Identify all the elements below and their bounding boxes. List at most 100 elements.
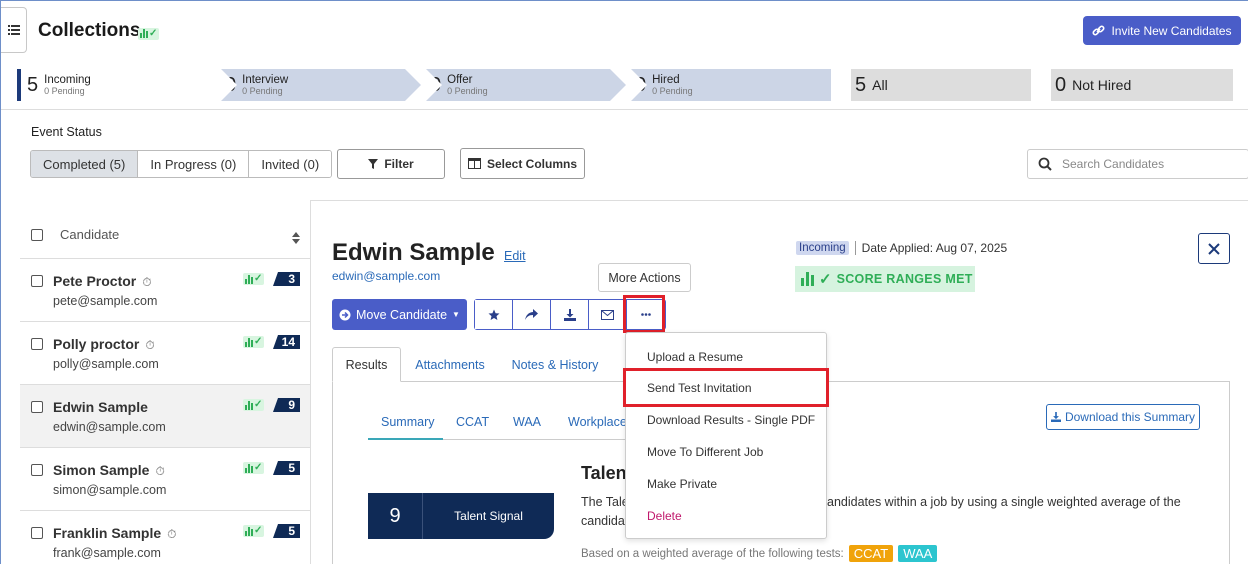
- download-button[interactable]: [551, 300, 589, 329]
- share-button[interactable]: [513, 300, 551, 329]
- stage-not-hired[interactable]: 0 Not Hired: [1051, 69, 1233, 101]
- menu-item-delete[interactable]: Delete: [647, 509, 682, 523]
- score-count: 5: [273, 461, 300, 475]
- subtab-summary[interactable]: Summary: [381, 415, 434, 429]
- envelope-icon: [601, 309, 614, 320]
- row-checkbox[interactable]: [31, 464, 43, 476]
- ccat-tag: CCAT: [848, 545, 894, 562]
- caret-down-icon: ▼: [452, 310, 460, 319]
- menu-item-move-job[interactable]: Move To Different Job: [647, 445, 763, 459]
- segment-completed[interactable]: Completed (5): [31, 151, 139, 177]
- score-badge: ✓: [243, 399, 265, 411]
- stage-incoming[interactable]: 5 Incoming 0 Pending: [17, 69, 217, 101]
- score-badge: ✓: [243, 525, 265, 537]
- candidate-row[interactable]: Polly proctor ⏱ polly@sample.com ✓ 14: [20, 322, 310, 385]
- divider: [1, 109, 1248, 110]
- arrow-circle-icon: [339, 309, 351, 320]
- tab-attachments[interactable]: Attachments: [407, 347, 493, 382]
- page-title: Collections: [38, 20, 141, 41]
- sort-icon[interactable]: [292, 232, 300, 244]
- candidate-row[interactable]: Pete Proctor ⏱ pete@sample.com ✓ 3: [20, 259, 310, 322]
- subtab-workplace[interactable]: Workplace: [568, 415, 627, 429]
- talent-signal-card: 9 Talent Signal: [368, 493, 554, 539]
- score-badge: ✓: [243, 336, 265, 348]
- download-summary-button[interactable]: Download this Summary: [1046, 404, 1200, 430]
- filter-button[interactable]: Filter: [337, 149, 445, 179]
- candidate-name: Edwin Sample: [53, 399, 148, 415]
- candidate-name: Simon Sample: [53, 462, 150, 478]
- timer-icon: ⏱: [155, 464, 165, 478]
- candidate-name: Franklin Sample: [53, 525, 162, 541]
- row-checkbox[interactable]: [31, 401, 43, 413]
- select-columns-button[interactable]: Select Columns: [460, 148, 585, 179]
- description-continued: andidates within a job by using a single…: [827, 495, 1181, 509]
- search-input[interactable]: [1062, 157, 1242, 171]
- score-ranges-badge: ✓: [138, 25, 160, 43]
- tab-notes-history[interactable]: Notes & History: [506, 347, 604, 382]
- row-checkbox[interactable]: [31, 275, 43, 287]
- candidate-name: Pete Proctor: [53, 273, 137, 289]
- menu-item-make-private[interactable]: Make Private: [647, 477, 717, 491]
- stage-all[interactable]: 5 All: [851, 69, 1031, 101]
- detail-email[interactable]: edwin@sample.com: [332, 269, 440, 283]
- score-ranges-met-badge: ✓ SCORE RANGES MET: [795, 266, 975, 292]
- select-all-checkbox[interactable]: [31, 228, 43, 241]
- stage-hired[interactable]: 0 Hired 0 Pending: [631, 69, 831, 101]
- tab-results[interactable]: Results: [332, 347, 401, 382]
- filter-icon: [368, 159, 379, 169]
- highlight-box: [623, 368, 829, 407]
- search-icon: [1038, 157, 1052, 171]
- timer-icon: ⏱: [142, 275, 152, 289]
- menu-item-download-results-pdf[interactable]: Download Results - Single PDF: [647, 413, 815, 427]
- row-checkbox[interactable]: [31, 527, 43, 539]
- candidate-email: polly@sample.com: [53, 357, 159, 371]
- event-status-label: Event Status: [31, 125, 102, 139]
- divider: [854, 241, 856, 255]
- check-icon: ✓: [819, 271, 832, 288]
- score-badge: ✓: [243, 273, 265, 285]
- invite-new-candidates-button[interactable]: Invite New Candidates: [1083, 16, 1241, 45]
- menu-toggle-button[interactable]: [1, 7, 27, 53]
- download-icon: [563, 308, 576, 321]
- candidate-list: Candidate Pete Proctor ⏱ pete@sample.com …: [20, 211, 310, 564]
- edit-link[interactable]: Edit: [504, 249, 526, 263]
- talent-signal-score: 9: [368, 493, 423, 539]
- timer-icon: ⏱: [167, 527, 177, 541]
- score-badge: ✓: [243, 462, 265, 474]
- close-button[interactable]: [1198, 233, 1230, 264]
- row-checkbox[interactable]: [31, 338, 43, 350]
- subtab-divider: [443, 439, 625, 440]
- bar-chart-icon: [801, 272, 814, 286]
- description-line-1: The Tale: [581, 495, 629, 509]
- detail-candidate-name: Edwin Sample: [332, 239, 495, 266]
- segment-invited[interactable]: Invited (0): [249, 151, 332, 177]
- subtab-ccat[interactable]: CCAT: [456, 415, 489, 429]
- candidate-email: pete@sample.com: [53, 294, 158, 308]
- score-count: 14: [273, 335, 300, 349]
- score-count: 9: [273, 398, 300, 412]
- candidate-email: edwin@sample.com: [53, 420, 166, 434]
- candidate-row[interactable]: Simon Sample ⏱ simon@sample.com ✓ 5: [20, 448, 310, 511]
- list-header: Candidate: [20, 211, 310, 259]
- email-button[interactable]: [589, 300, 627, 329]
- favorite-button[interactable]: [475, 300, 513, 329]
- score-count: 5: [273, 524, 300, 538]
- candidate-email: frank@sample.com: [53, 546, 161, 560]
- timer-icon: ⏱: [145, 338, 155, 352]
- move-candidate-button[interactable]: Move Candidate ▼: [332, 299, 467, 330]
- stage-interview[interactable]: 0 Interview 0 Pending: [221, 69, 421, 101]
- description-line-2: candidat: [581, 514, 629, 528]
- download-icon: [1050, 412, 1061, 422]
- subtab-waa[interactable]: WAA: [513, 415, 541, 429]
- candidate-column-header: Candidate: [60, 227, 120, 242]
- stage-arrow: [201, 69, 219, 101]
- close-icon: [1208, 242, 1220, 255]
- candidate-name: Polly proctor: [53, 336, 140, 352]
- candidate-row[interactable]: Franklin Sample ⏱ frank@sample.com ✓ 5: [20, 511, 310, 564]
- stage-offer[interactable]: 0 Offer 0 Pending: [426, 69, 626, 101]
- candidate-row-selected[interactable]: Edwin Sample edwin@sample.com ✓ 9: [20, 385, 310, 448]
- menu-item-upload-resume[interactable]: Upload a Resume: [647, 350, 743, 364]
- segment-in-progress[interactable]: In Progress (0): [138, 151, 250, 177]
- invite-label: Invite New Candidates: [1111, 23, 1232, 38]
- more-actions-menu: Upload a Resume Send Test Invitation Dow…: [625, 332, 827, 539]
